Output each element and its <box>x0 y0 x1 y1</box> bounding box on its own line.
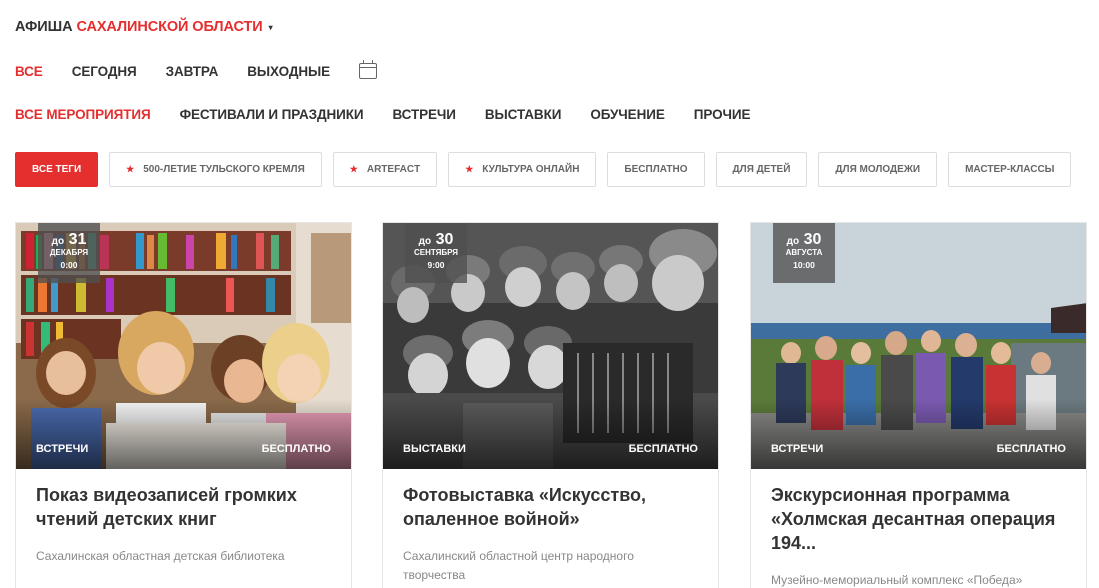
image-overlay <box>751 399 1086 469</box>
category-meetings[interactable]: ВСТРЕЧИ <box>393 107 457 122</box>
date-filter-nav: ВСЕ СЕГОДНЯ ЗАВТРА ВЫХОДНЫЕ <box>15 60 378 79</box>
tag-label: ARTEFACT <box>366 164 421 175</box>
tag-label: МАСТЕР-КЛАССЫ <box>965 164 1055 175</box>
event-image[interactable]: до 30 СЕНТЯБРЯ 9:00 ВЫСТАВКИ БЕСПЛАТНО <box>383 223 718 469</box>
category-festivals[interactable]: ФЕСТИВАЛИ И ПРАЗДНИКИ <box>180 107 364 122</box>
event-place: Сахалинская областная детская библиотека <box>36 549 285 563</box>
tag-label: БЕСПЛАТНО <box>624 164 688 175</box>
tag-tula-kremlin[interactable]: ★ 500-ЛЕТИЕ ТУЛЬСКОГО КРЕМЛЯ <box>109 152 322 187</box>
badge-time: 0:00 <box>60 260 78 270</box>
date-badge: до 30 АВГУСТА 10:00 <box>773 223 835 283</box>
badge-time: 9:00 <box>427 260 445 270</box>
event-image[interactable]: до 31 ДЕКАБРЯ 0:00 ВСТРЕЧИ БЕСПЛАТНО <box>16 223 351 469</box>
category-exhibitions[interactable]: ВЫСТАВКИ <box>485 107 562 122</box>
event-card[interactable]: до 30 АВГУСТА 10:00 ВСТРЕЧИ БЕСПЛАТНО Эк… <box>750 222 1087 588</box>
image-overlay <box>16 399 351 469</box>
event-place: Сахалинский областной центр народного тв… <box>403 549 634 582</box>
tag-label: 500-ЛЕТИЕ ТУЛЬСКОГО КРЕМЛЯ <box>143 164 305 175</box>
tag-for-kids[interactable]: ДЛЯ ДЕТЕЙ <box>715 152 808 187</box>
event-category: ВЫСТАВКИ <box>403 443 466 455</box>
star-icon: ★ <box>465 164 474 174</box>
event-card[interactable]: до 30 СЕНТЯБРЯ 9:00 ВЫСТАВКИ БЕСПЛАТНО Ф… <box>382 222 719 588</box>
tag-culture-online[interactable]: ★ КУЛЬТУРА ОНЛАЙН <box>448 152 597 187</box>
badge-month: ДЕКАБРЯ <box>49 248 89 257</box>
tag-label: КУЛЬТУРА ОНЛАЙН <box>482 164 580 175</box>
region-selector[interactable]: АФИША САХАЛИНСКОЙ ОБЛАСТИ ▾ <box>15 19 273 35</box>
badge-month: АВГУСТА <box>785 248 823 257</box>
event-category: ВСТРЕЧИ <box>36 443 89 455</box>
event-card[interactable]: до 31 ДЕКАБРЯ 0:00 ВСТРЕЧИ БЕСПЛАТНО Пок… <box>15 222 352 588</box>
event-title[interactable]: Показ видеозаписей громких чтений детски… <box>16 469 351 531</box>
calendar-icon[interactable] <box>359 60 378 79</box>
category-other[interactable]: ПРОЧИЕ <box>694 107 751 122</box>
region-name: САХАЛИНСКОЙ ОБЛАСТИ <box>76 19 263 35</box>
tag-all[interactable]: ВСЕ ТЕГИ <box>15 152 99 187</box>
event-price: БЕСПЛАТНО <box>996 443 1066 455</box>
date-filter-weekend[interactable]: ВЫХОДНЫЕ <box>247 64 330 79</box>
tag-artefact[interactable]: ★ ARTEFACT <box>332 152 438 187</box>
event-place: Музейно-мемориальный комплекс «Победа» <box>771 573 1023 587</box>
event-category: ВСТРЕЧИ <box>771 443 824 455</box>
category-nav: ВСЕ МЕРОПРИЯТИЯ ФЕСТИВАЛИ И ПРАЗДНИКИ ВС… <box>15 107 779 122</box>
event-price: БЕСПЛАТНО <box>628 443 698 455</box>
tag-label: ДЛЯ ДЕТЕЙ <box>732 164 791 175</box>
badge-time: 10:00 <box>793 260 815 270</box>
date-badge: до 30 СЕНТЯБРЯ 9:00 <box>405 223 467 283</box>
badge-prefix: до <box>51 236 65 247</box>
site-title: АФИША <box>15 19 73 35</box>
star-icon: ★ <box>126 164 135 174</box>
star-icon: ★ <box>349 164 358 174</box>
badge-day: 31 <box>68 231 87 248</box>
badge-prefix: до <box>786 236 800 247</box>
date-filter-tomorrow[interactable]: ЗАВТРА <box>166 64 219 79</box>
badge-day: 30 <box>803 231 822 248</box>
image-overlay <box>383 399 718 469</box>
tag-master-classes[interactable]: МАСТЕР-КЛАССЫ <box>948 152 1072 187</box>
event-price: БЕСПЛАТНО <box>261 443 331 455</box>
tag-for-youth[interactable]: ДЛЯ МОЛОДЕЖИ <box>818 152 938 187</box>
event-title[interactable]: Фотовыставка «Искусство, опаленное войно… <box>383 469 718 531</box>
tag-label: ДЛЯ МОЛОДЕЖИ <box>835 164 921 175</box>
date-badge: до 31 ДЕКАБРЯ 0:00 <box>38 223 100 283</box>
event-title[interactable]: Экскурсионная программа «Холмская десант… <box>751 469 1086 555</box>
event-image[interactable]: до 30 АВГУСТА 10:00 ВСТРЕЧИ БЕСПЛАТНО <box>751 223 1086 469</box>
date-filter-all[interactable]: ВСЕ <box>15 64 43 79</box>
badge-month: СЕНТЯБРЯ <box>413 248 459 257</box>
tag-label: ВСЕ ТЕГИ <box>32 164 82 175</box>
badge-prefix: до <box>418 236 432 247</box>
category-education[interactable]: ОБУЧЕНИЕ <box>590 107 665 122</box>
dropdown-caret-icon: ▾ <box>268 22 273 32</box>
tag-filter: ВСЕ ТЕГИ ★ 500-ЛЕТИЕ ТУЛЬСКОГО КРЕМЛЯ ★ AR… <box>15 152 1082 187</box>
category-all[interactable]: ВСЕ МЕРОПРИЯТИЯ <box>15 107 151 122</box>
badge-day: 30 <box>435 231 454 248</box>
date-filter-today[interactable]: СЕГОДНЯ <box>72 64 137 79</box>
tag-free[interactable]: БЕСПЛАТНО <box>607 152 705 187</box>
